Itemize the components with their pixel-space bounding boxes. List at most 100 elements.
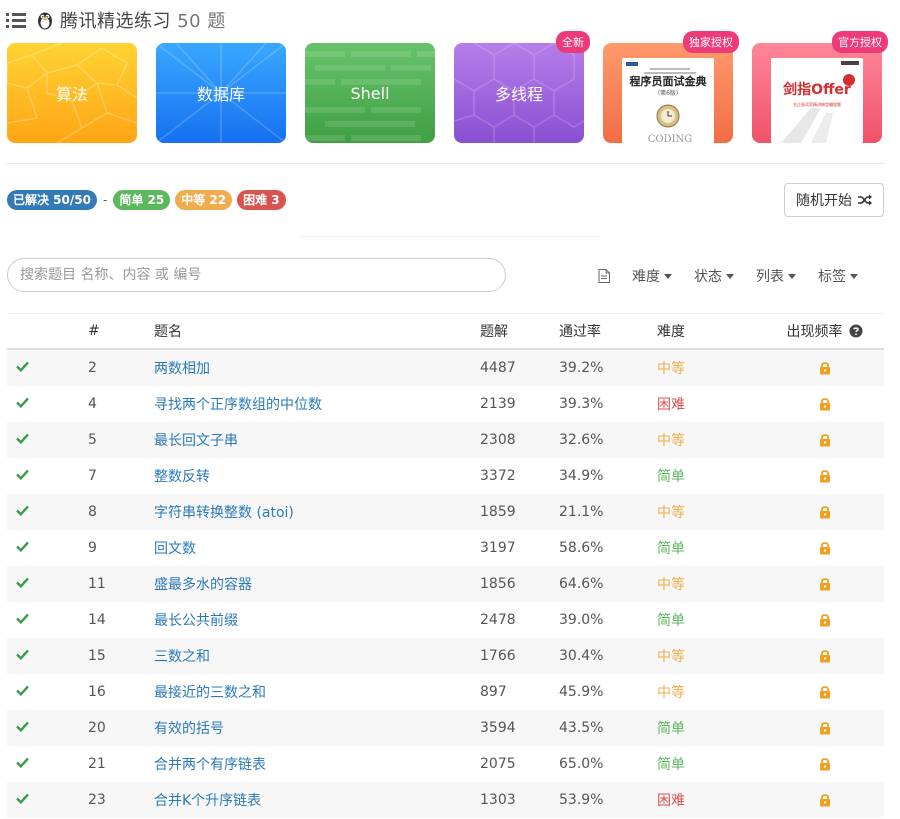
problem-title-link[interactable]: 字符串转换整数 (atoi) xyxy=(154,505,294,521)
document-icon[interactable] xyxy=(598,269,610,283)
problem-title-link[interactable]: 合并两个有序链表 xyxy=(154,757,266,773)
filter-tags[interactable]: 标签 xyxy=(818,266,858,286)
table-row: 16 最接近的三数之和 897 45.9% 中等 xyxy=(7,674,884,710)
problem-title-cell: 最接近的三数之和 xyxy=(154,682,480,702)
check-icon xyxy=(16,757,29,769)
problem-title-link[interactable]: 最接近的三数之和 xyxy=(154,685,266,701)
caret-down-icon xyxy=(788,273,796,279)
lock-icon[interactable] xyxy=(818,433,832,447)
book-cover-art: 剑指Offer 名企面试官精讲典型编程题 xyxy=(771,58,863,143)
difficulty-label: 简单 xyxy=(657,613,685,629)
card-algorithms[interactable]: 算法 xyxy=(7,43,137,143)
acceptance-rate: 30.4% xyxy=(559,648,604,664)
solved-status xyxy=(7,792,88,808)
random-start-button[interactable]: 随机开始 xyxy=(784,183,884,217)
difficulty-label: 困难 xyxy=(657,793,685,809)
solution-count: 3197 xyxy=(480,540,516,556)
table-header: # 题名 题解 通过率 难度 出现频率 xyxy=(7,313,884,350)
help-icon[interactable] xyxy=(849,324,863,338)
acceptance-rate: 39.0% xyxy=(559,612,604,628)
problem-title-link[interactable]: 有效的括号 xyxy=(154,721,224,737)
difficulty-label: 中等 xyxy=(657,685,685,701)
filter-label: 难度 xyxy=(632,269,660,285)
table-row: 14 最长公共前缀 2478 39.0% 简单 xyxy=(7,602,884,638)
lock-icon[interactable] xyxy=(818,361,832,375)
filter-label: 状态 xyxy=(694,269,722,285)
lock-icon[interactable] xyxy=(818,577,832,591)
card-concurrency[interactable]: 全新 多线程 xyxy=(454,31,590,143)
table-row: 9 回文数 3197 58.6% 简单 xyxy=(7,530,884,566)
filter-bar: 难度 状态 列表 标签 xyxy=(598,266,858,286)
lock-icon[interactable] xyxy=(818,757,832,771)
lock-icon[interactable] xyxy=(818,505,832,519)
table-row: 23 合并K个升序链表 1303 53.9% 困难 xyxy=(7,782,884,818)
table-row: 15 三数之和 1766 30.4% 中等 xyxy=(7,638,884,674)
difficulty-label: 简单 xyxy=(657,721,685,737)
acceptance-rate: 34.9% xyxy=(559,468,604,484)
problem-title-link[interactable]: 回文数 xyxy=(154,541,196,557)
check-icon xyxy=(16,721,29,733)
solution-count: 2478 xyxy=(480,612,516,628)
card-book-interview-guide[interactable]: 独家授权 程序员面试金典 （第6版） CODING xyxy=(603,31,739,143)
col-acceptance[interactable]: 通过率 xyxy=(559,321,657,341)
problem-title-link[interactable]: 整数反转 xyxy=(154,469,210,485)
caret-down-icon xyxy=(664,273,672,279)
table-row: 20 有效的括号 3594 43.5% 简单 xyxy=(7,710,884,746)
difficulty-label: 简单 xyxy=(657,469,685,485)
col-title[interactable]: 题名 xyxy=(154,321,480,341)
problem-title-link[interactable]: 合并K个升序链表 xyxy=(154,793,261,809)
card-shell[interactable]: Shell xyxy=(305,43,435,143)
solved-status xyxy=(7,648,88,664)
solved-status xyxy=(7,576,88,592)
solved-count-badge: 已解决 50/50 xyxy=(7,190,97,210)
col-number[interactable]: # xyxy=(88,323,154,339)
book-title: 剑指Offer xyxy=(782,81,851,98)
frequency-locked xyxy=(765,613,884,627)
col-frequency[interactable]: 出现频率 xyxy=(765,321,884,341)
problem-title-link[interactable]: 寻找两个正序数组的中位数 xyxy=(154,397,322,413)
filter-list[interactable]: 列表 xyxy=(756,266,796,286)
filter-status[interactable]: 状态 xyxy=(694,266,734,286)
filter-difficulty[interactable]: 难度 xyxy=(632,266,672,286)
random-start-label: 随机开始 xyxy=(796,192,852,208)
card-label: Shell xyxy=(350,83,390,103)
divider xyxy=(300,236,600,237)
problem-title-link[interactable]: 盛最多水的容器 xyxy=(154,577,252,593)
frequency-locked xyxy=(765,505,884,519)
book-title: 程序员面试金典 xyxy=(630,74,707,88)
problem-title-cell: 最长公共前缀 xyxy=(154,610,480,630)
problem-number: 14 xyxy=(88,612,106,628)
problem-title-link[interactable]: 最长公共前缀 xyxy=(154,613,238,629)
problem-number: 4 xyxy=(88,396,97,412)
solution-count: 1856 xyxy=(480,576,516,592)
list-icon[interactable] xyxy=(6,12,26,28)
lock-icon[interactable] xyxy=(818,685,832,699)
col-difficulty[interactable]: 难度 xyxy=(657,321,765,341)
problem-title-link[interactable]: 最长回文子串 xyxy=(154,433,238,449)
lock-icon[interactable] xyxy=(818,793,832,807)
progress-stats: 已解决 50/50 - 简单 25 中等 22 困难 3 xyxy=(7,190,286,210)
card-database[interactable]: 数据库 xyxy=(156,43,286,143)
problem-number: 21 xyxy=(88,756,106,772)
table-row: 2 两数相加 4487 39.2% 中等 xyxy=(7,350,884,386)
filter-label: 列表 xyxy=(756,269,784,285)
lock-icon[interactable] xyxy=(818,541,832,555)
table-body: 2 两数相加 4487 39.2% 中等 4 寻找两个正序数组的中位数 2139 39.3% 困难… xyxy=(7,350,884,818)
lock-icon[interactable] xyxy=(818,613,832,627)
card-book-offer[interactable]: 官方授权 剑指Offer 名企面试官精讲典型编程题 xyxy=(752,31,888,143)
solution-count: 897 xyxy=(480,684,507,700)
shuffle-icon xyxy=(858,194,872,206)
search-input[interactable] xyxy=(7,258,506,292)
frequency-locked xyxy=(765,577,884,591)
problem-title-link[interactable]: 三数之和 xyxy=(154,649,210,665)
problem-title-cell: 合并K个升序链表 xyxy=(154,790,480,810)
exclusive-badge: 独家授权 xyxy=(683,31,739,53)
lock-icon[interactable] xyxy=(818,397,832,411)
problem-number: 11 xyxy=(88,576,106,592)
lock-icon[interactable] xyxy=(818,469,832,483)
lock-icon[interactable] xyxy=(818,721,832,735)
lock-icon[interactable] xyxy=(818,649,832,663)
col-solutions[interactable]: 题解 xyxy=(480,321,559,341)
problem-title-link[interactable]: 两数相加 xyxy=(154,361,210,377)
stats-separator: - xyxy=(102,193,108,207)
